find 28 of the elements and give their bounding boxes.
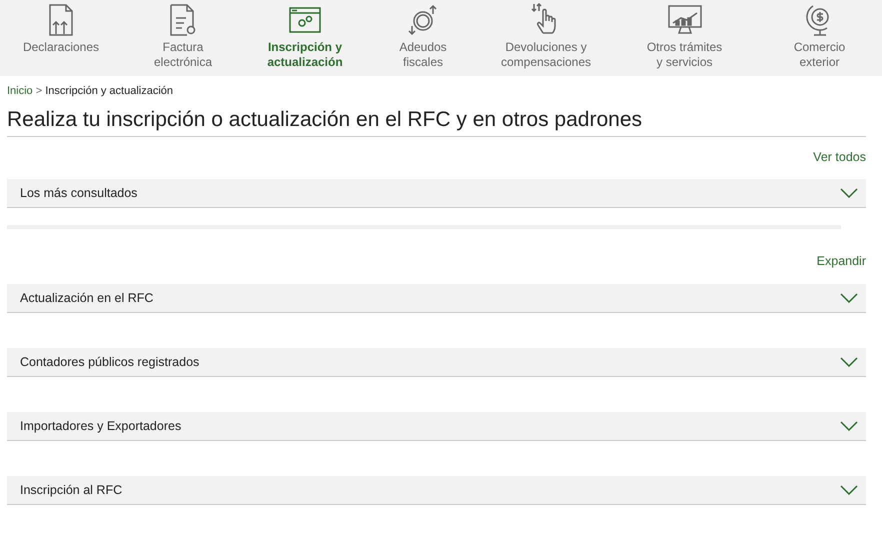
chart-monitor-icon	[668, 5, 702, 35]
document-icon	[48, 4, 74, 36]
breadcrumb-separator: >	[34, 85, 44, 97]
gears-window-icon	[289, 7, 321, 33]
nav-tab[interactable]: Otros trámites y servicios	[642, 40, 726, 70]
coin-arrows-icon	[407, 4, 439, 36]
page-title: Realiza tu inscripción o actualización en el RFC y en otros padrones	[7, 108, 866, 137]
accordion-title: Importadores y Exportadores	[20, 419, 182, 433]
accordion-header[interactable]: Importadores y Exportadores	[7, 412, 866, 441]
view-all-link[interactable]: Ver todos	[813, 150, 866, 164]
nav-tab[interactable]: Adeudos fiscales	[395, 40, 451, 70]
nav-tab[interactable]: Factura electrónica	[150, 40, 216, 70]
invoice-icon	[169, 4, 197, 36]
nav-tab[interactable]: Declaraciones	[18, 40, 104, 55]
nav-tab[interactable]: Comercio exterior	[790, 40, 850, 70]
accordion-title: Inscripción al RFC	[20, 483, 122, 497]
accordion-title: Los más consultados	[20, 186, 138, 200]
accordion-header[interactable]: Actualización en el RFC	[7, 284, 866, 313]
nav-tab[interactable]: Inscripción y actualización	[263, 40, 347, 70]
nav-tab[interactable]: Devoluciones y compensaciones	[496, 40, 596, 70]
breadcrumb-link[interactable]: Inicio	[7, 85, 33, 97]
accordion-header[interactable]: Los más consultados	[7, 179, 866, 208]
accordion-header[interactable]: Contadores públicos registrados	[7, 348, 866, 377]
accordion-title: Actualización en el RFC	[20, 291, 154, 305]
expand-link[interactable]: Expandir	[816, 254, 866, 268]
accordion-header[interactable]: Inscripción al RFC	[7, 476, 866, 505]
breadcrumb-current: Inscripción y actualización	[45, 85, 174, 97]
accordion-title: Contadores públicos registrados	[20, 355, 200, 369]
